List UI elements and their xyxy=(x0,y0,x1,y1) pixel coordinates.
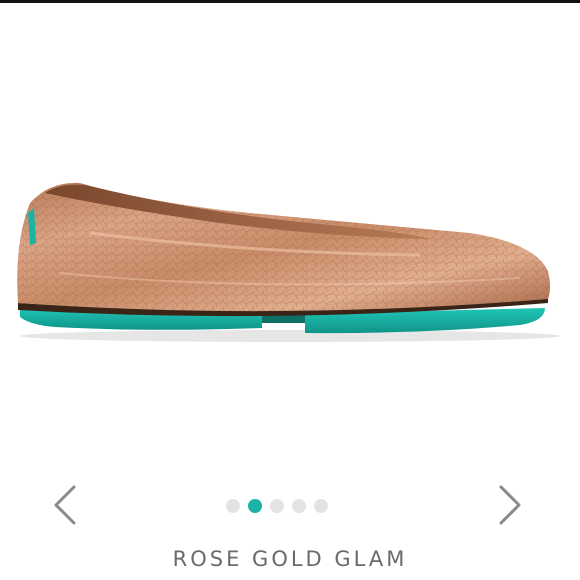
rose-gold-ballet-flat-image xyxy=(17,182,560,342)
carousel-pagination xyxy=(226,499,328,513)
carousel-dot-1[interactable] xyxy=(226,499,240,513)
previous-slide-button[interactable] xyxy=(50,483,80,527)
product-color-name: ROSE GOLD GLAM xyxy=(172,547,408,571)
carousel-dot-5[interactable] xyxy=(314,499,328,513)
carousel-dot-2-active[interactable] xyxy=(248,499,262,513)
carousel-dot-3[interactable] xyxy=(270,499,284,513)
chevron-right-icon xyxy=(499,485,521,525)
next-slide-button[interactable] xyxy=(495,483,525,527)
carousel-slide xyxy=(0,3,580,473)
chevron-left-icon xyxy=(54,485,76,525)
carousel-dot-4[interactable] xyxy=(292,499,306,513)
product-image-carousel[interactable]: ROSE GOLD GLAM xyxy=(0,3,580,580)
